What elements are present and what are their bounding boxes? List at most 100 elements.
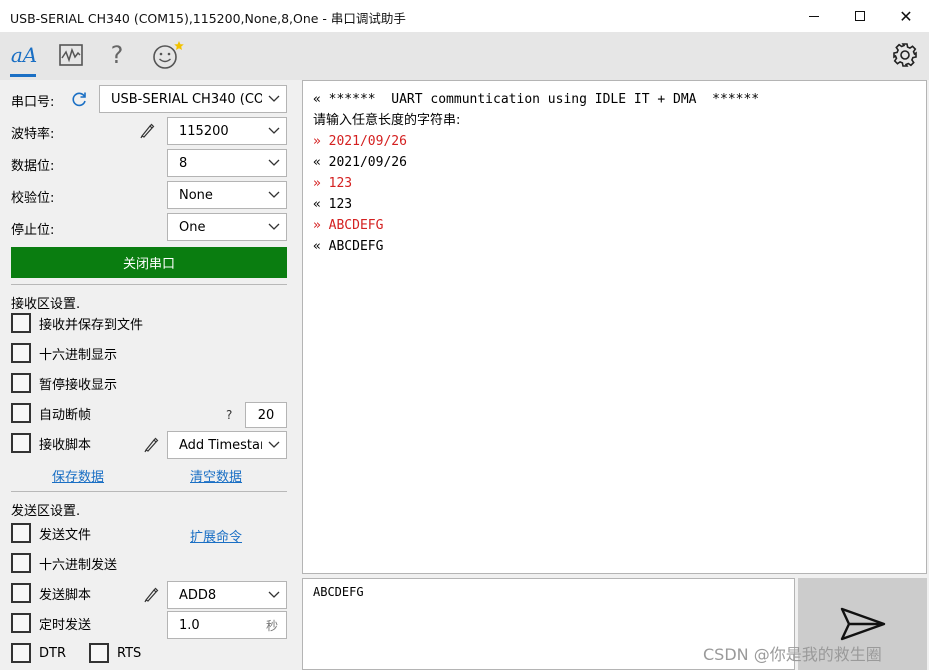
timed-interval-unit: 秒 [265, 618, 278, 633]
output-line: « ABCDEFG [313, 239, 384, 254]
send-file-label: 发送文件 [39, 527, 92, 543]
save-to-file-option[interactable]: 接收并保存到文件 [11, 313, 143, 333]
receive-script-label: 接收脚本 [39, 437, 92, 453]
chevron-down-icon [262, 86, 286, 112]
gear-icon[interactable] [890, 40, 920, 70]
chevron-down-icon [262, 214, 286, 240]
rts-option[interactable]: RTS [89, 643, 141, 663]
hex-display-checkbox[interactable] [11, 343, 31, 363]
receive-output-area[interactable]: « ****** UART communtication using IDLE … [302, 80, 927, 574]
output-line-sent: » ABCDEFG [313, 218, 384, 233]
dtr-checkbox[interactable] [11, 643, 31, 663]
output-line: « ****** UART communtication using IDLE … [313, 92, 760, 107]
timed-send-label: 定时发送 [39, 617, 92, 633]
stopbits-select-value: One [179, 219, 206, 235]
output-line-sent: » 2021/09/26 [313, 134, 407, 149]
close-button[interactable]: ✕ [883, 0, 929, 32]
send-script-select-value: ADD8 [179, 587, 217, 603]
output-line-sent: » 123 [313, 176, 353, 191]
send-file-option[interactable]: 发送文件 [11, 523, 91, 543]
divider [11, 491, 287, 492]
maximize-button[interactable] [837, 0, 883, 32]
smiley-icon[interactable] [150, 40, 186, 70]
save-to-file-label: 接收并保存到文件 [39, 317, 144, 333]
auto-frame-timeout-input[interactable]: 20 [245, 402, 287, 428]
pen-icon[interactable] [143, 587, 159, 603]
output-line: 请输入任意长度的字符串: [313, 113, 461, 128]
divider [11, 284, 287, 285]
pen-icon[interactable] [143, 437, 159, 453]
expand-command-link[interactable]: 扩展命令 [190, 526, 242, 545]
parity-label: 校验位: [11, 191, 55, 206]
receive-script-select[interactable]: Add Timestamp [167, 431, 287, 459]
hex-display-option[interactable]: 十六进制显示 [11, 343, 117, 363]
timed-send-checkbox[interactable] [11, 613, 31, 633]
timed-send-option[interactable]: 定时发送 [11, 613, 91, 633]
save-data-link[interactable]: 保存数据 [52, 466, 104, 485]
send-file-checkbox[interactable] [11, 523, 31, 543]
chevron-down-icon [262, 118, 286, 144]
hex-send-checkbox[interactable] [11, 553, 31, 573]
close-icon: ✕ [899, 6, 913, 26]
chevron-down-icon [262, 432, 286, 458]
close-port-button[interactable]: 关闭串口 [11, 247, 287, 278]
receive-script-option[interactable]: 接收脚本 [11, 433, 91, 453]
chevron-down-icon [262, 150, 286, 176]
output-line: « 2021/09/26 [313, 155, 407, 170]
save-to-file-checkbox[interactable] [11, 313, 31, 333]
chevron-down-icon [262, 582, 286, 608]
watermark: CSDN @你是我的救生圈 [703, 645, 882, 664]
active-tab-indicator [10, 74, 36, 77]
databits-select[interactable]: 8 [167, 149, 287, 177]
send-icon [840, 607, 885, 641]
pause-display-option[interactable]: 暂停接收显示 [11, 373, 117, 393]
dtr-option[interactable]: DTR [11, 643, 66, 663]
port-select[interactable]: USB-SERIAL CH340 (COM15) [99, 85, 287, 113]
send-script-select[interactable]: ADD8 [167, 581, 287, 609]
pause-display-checkbox[interactable] [11, 373, 31, 393]
port-label: 串口号: [11, 95, 55, 110]
auto-frame-option[interactable]: 自动断帧 [11, 403, 91, 423]
window-title: USB-SERIAL CH340 (COM15),115200,None,8,O… [10, 11, 406, 26]
dtr-label: DTR [39, 645, 66, 661]
timed-interval-value: 1.0 [179, 617, 200, 633]
waveform-icon[interactable] [58, 40, 84, 70]
stopbits-select[interactable]: One [167, 213, 287, 241]
parity-select[interactable]: None [167, 181, 287, 209]
clear-data-link[interactable]: 清空数据 [190, 466, 242, 485]
send-script-checkbox[interactable] [11, 583, 31, 603]
font-icon[interactable]: aA [10, 40, 38, 70]
parity-select-value: None [179, 187, 213, 203]
port-select-value: USB-SERIAL CH340 (COM15) [111, 91, 262, 107]
receive-section-title: 接收区设置. [11, 297, 81, 312]
auto-frame-checkbox[interactable] [11, 403, 31, 423]
title-bar: USB-SERIAL CH340 (COM15),115200,None,8,O… [0, 0, 929, 32]
rts-label: RTS [117, 645, 142, 661]
baud-select[interactable]: 115200 [167, 117, 287, 145]
settings-panel: 串口号: USB-SERIAL CH340 (COM15) 波特率: 11520… [0, 80, 296, 670]
rts-checkbox[interactable] [89, 643, 109, 663]
receive-script-select-value: Add Timestamp [179, 437, 262, 453]
baud-label: 波特率: [11, 127, 55, 142]
databits-select-value: 8 [179, 155, 188, 171]
pause-display-label: 暂停接收显示 [39, 377, 118, 393]
refresh-icon[interactable] [70, 90, 88, 108]
timed-interval-input[interactable]: 1.0 秒 [167, 611, 287, 639]
send-section-title: 发送区设置. [11, 504, 81, 519]
maximize-icon [855, 11, 865, 21]
auto-frame-help-icon[interactable]: ? [226, 408, 232, 422]
auto-frame-label: 自动断帧 [39, 407, 92, 423]
minimize-icon [809, 15, 819, 17]
help-icon[interactable]: ? [106, 40, 128, 70]
stopbits-label: 停止位: [11, 223, 55, 238]
receive-script-checkbox[interactable] [11, 433, 31, 453]
hex-send-label: 十六进制发送 [39, 557, 118, 573]
hex-display-label: 十六进制显示 [39, 347, 118, 363]
pen-icon[interactable] [139, 123, 155, 139]
minimize-button[interactable] [791, 0, 837, 32]
output-line: « 123 [313, 197, 353, 212]
baud-select-value: 115200 [179, 123, 229, 139]
send-script-option[interactable]: 发送脚本 [11, 583, 91, 603]
hex-send-option[interactable]: 十六进制发送 [11, 553, 117, 573]
toolbar: aA ? [0, 32, 929, 80]
